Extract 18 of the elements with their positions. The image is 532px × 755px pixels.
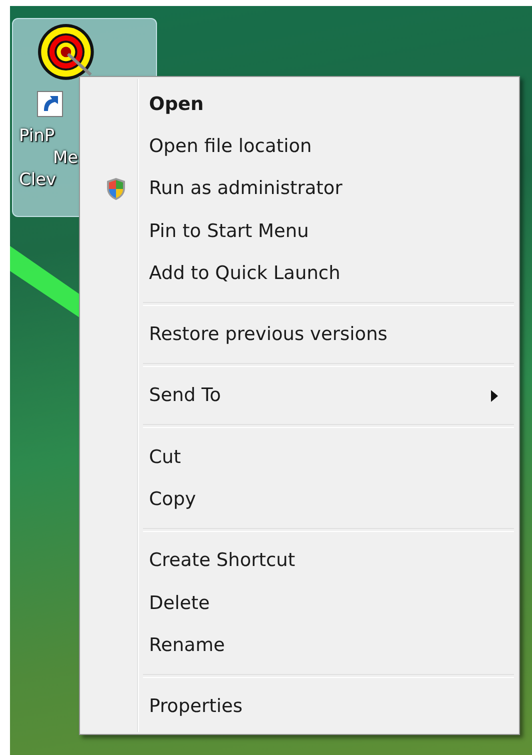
shield-icon xyxy=(106,176,126,201)
menu-item[interactable]: Open file location xyxy=(83,125,516,168)
menu-item[interactable]: Copy xyxy=(83,478,516,521)
menu-item[interactable]: Rename xyxy=(83,624,516,667)
menu-item[interactable]: Cut xyxy=(83,436,516,478)
icon-label: Clev xyxy=(19,169,56,191)
icon-label: PinP xyxy=(19,125,55,147)
menu-item[interactable]: Run as administrator xyxy=(83,168,516,210)
menu-item[interactable]: Restore previous versions xyxy=(83,314,516,356)
submenu-arrow-icon xyxy=(491,390,498,402)
menu-item[interactable]: Open xyxy=(83,83,516,126)
icon-label: Me xyxy=(53,147,78,169)
menu-item[interactable]: Create Shortcut xyxy=(83,540,516,582)
menu-item[interactable]: Pin to Start Menu xyxy=(83,210,516,252)
menu-item[interactable]: Delete xyxy=(83,582,516,624)
menu-item[interactable]: Properties xyxy=(83,686,516,728)
menu-item[interactable]: Send To xyxy=(83,374,516,418)
menu-item[interactable]: Add to Quick Launch xyxy=(83,252,516,295)
